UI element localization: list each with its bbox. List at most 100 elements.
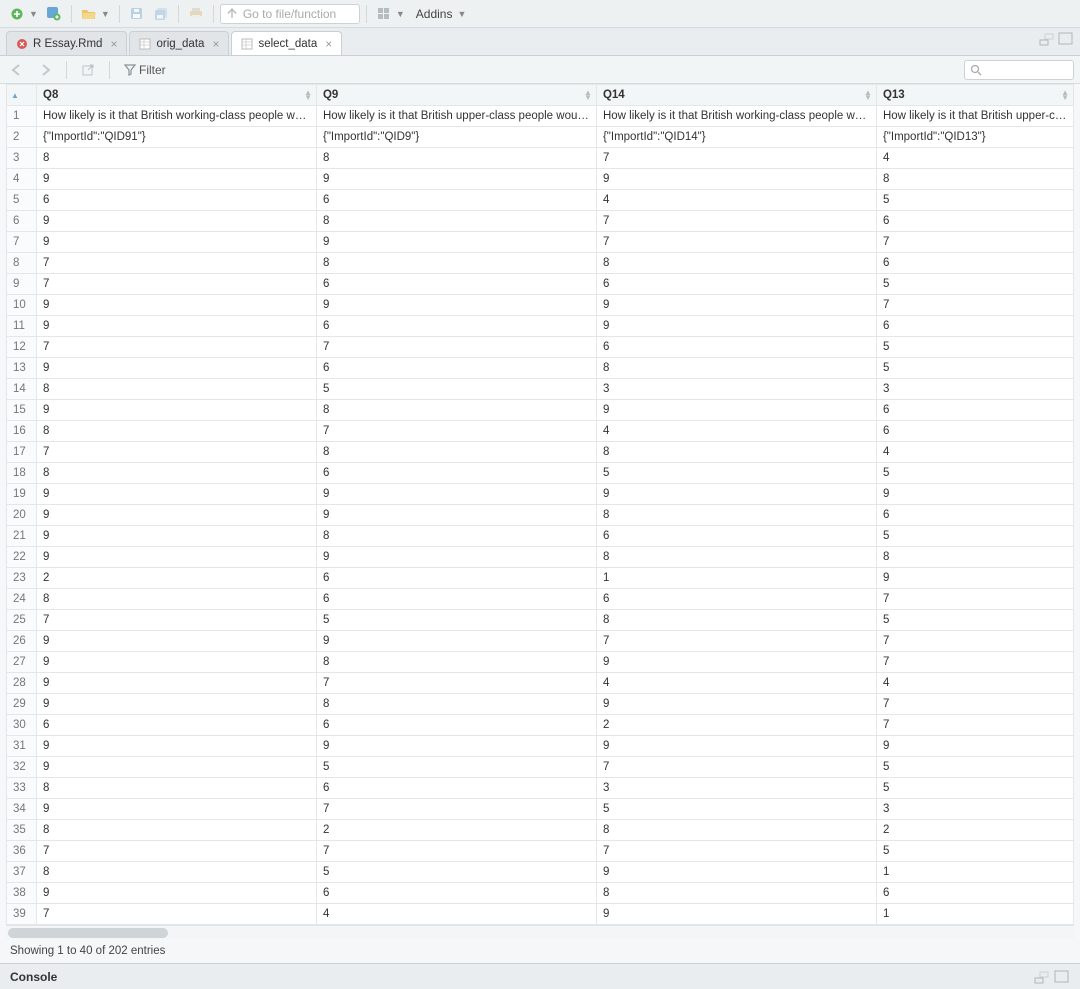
cell[interactable]: 6 bbox=[37, 190, 317, 211]
cell[interactable]: 7 bbox=[876, 232, 1073, 253]
cell[interactable]: 9 bbox=[37, 736, 317, 757]
cell[interactable]: {"ImportId":"QID13"} bbox=[876, 127, 1073, 148]
table-row[interactable]: 2{"ImportId":"QID91"}{"ImportId":"QID9"}… bbox=[7, 127, 1074, 148]
cell[interactable]: {"ImportId":"QID9"} bbox=[316, 127, 596, 148]
cell[interactable]: 8 bbox=[316, 652, 596, 673]
table-row[interactable]: 69876 bbox=[7, 211, 1074, 232]
table-row[interactable]: 168746 bbox=[7, 421, 1074, 442]
cell[interactable]: 7 bbox=[37, 253, 317, 274]
cell[interactable]: 6 bbox=[876, 505, 1073, 526]
cell[interactable]: 8 bbox=[596, 253, 876, 274]
cell[interactable]: 8 bbox=[876, 169, 1073, 190]
cell[interactable]: 7 bbox=[596, 757, 876, 778]
cell[interactable]: 5 bbox=[596, 463, 876, 484]
maximize-pane-icon[interactable] bbox=[1058, 32, 1074, 46]
file-tab[interactable]: select_data× bbox=[231, 31, 342, 55]
cell[interactable]: 9 bbox=[37, 358, 317, 379]
table-row[interactable]: 199999 bbox=[7, 484, 1074, 505]
file-tab[interactable]: orig_data× bbox=[129, 31, 229, 55]
cell[interactable]: 8 bbox=[596, 442, 876, 463]
cell[interactable]: 2 bbox=[596, 715, 876, 736]
table-row[interactable]: 367775 bbox=[7, 841, 1074, 862]
save-icon[interactable] bbox=[126, 3, 148, 25]
cell[interactable]: 5 bbox=[876, 757, 1073, 778]
cell[interactable]: 6 bbox=[316, 715, 596, 736]
cell[interactable]: 5 bbox=[876, 778, 1073, 799]
cell[interactable]: 9 bbox=[316, 736, 596, 757]
cell[interactable]: 7 bbox=[596, 232, 876, 253]
new-file-dropdown-caret[interactable]: ▼ bbox=[29, 9, 38, 19]
goto-file-function-input[interactable]: Go to file/function bbox=[220, 4, 360, 24]
table-row[interactable]: 229988 bbox=[7, 547, 1074, 568]
cell[interactable]: 9 bbox=[37, 652, 317, 673]
cell[interactable]: 9 bbox=[37, 169, 317, 190]
cell[interactable]: 7 bbox=[37, 841, 317, 862]
cell[interactable]: 4 bbox=[596, 421, 876, 442]
cell[interactable]: 8 bbox=[316, 442, 596, 463]
new-file-icon[interactable] bbox=[6, 3, 28, 25]
cell[interactable]: 3 bbox=[876, 379, 1073, 400]
cell[interactable]: 7 bbox=[596, 148, 876, 169]
filter-button[interactable]: Filter bbox=[120, 63, 170, 77]
cell[interactable]: 1 bbox=[876, 904, 1073, 925]
cell[interactable]: 7 bbox=[37, 337, 317, 358]
cell[interactable]: 4 bbox=[596, 190, 876, 211]
cell[interactable]: 8 bbox=[37, 820, 317, 841]
table-row[interactable]: 306627 bbox=[7, 715, 1074, 736]
table-row[interactable]: 389686 bbox=[7, 883, 1074, 904]
horizontal-scrollbar[interactable] bbox=[6, 925, 1074, 939]
cell[interactable]: 8 bbox=[316, 211, 596, 232]
cell[interactable]: 6 bbox=[596, 274, 876, 295]
cell[interactable]: 8 bbox=[37, 421, 317, 442]
cell[interactable]: 9 bbox=[37, 694, 317, 715]
cell[interactable]: 9 bbox=[596, 400, 876, 421]
cell[interactable]: 6 bbox=[876, 316, 1073, 337]
cell[interactable]: 5 bbox=[316, 610, 596, 631]
column-header[interactable]: Q9▲▼ bbox=[316, 85, 596, 106]
cell[interactable]: 6 bbox=[596, 589, 876, 610]
cell[interactable]: 8 bbox=[37, 148, 317, 169]
cell[interactable]: 7 bbox=[316, 673, 596, 694]
cell[interactable]: 8 bbox=[596, 820, 876, 841]
cell[interactable]: 9 bbox=[876, 736, 1073, 757]
cell[interactable]: 9 bbox=[596, 694, 876, 715]
new-project-icon[interactable] bbox=[43, 3, 65, 25]
cell[interactable]: 9 bbox=[316, 631, 596, 652]
cell[interactable]: 9 bbox=[316, 505, 596, 526]
cell[interactable]: 8 bbox=[37, 463, 317, 484]
save-all-icon[interactable] bbox=[150, 3, 172, 25]
cell[interactable]: 8 bbox=[316, 400, 596, 421]
cell[interactable]: 7 bbox=[316, 421, 596, 442]
scrollbar-thumb[interactable] bbox=[8, 928, 168, 938]
cell[interactable]: 6 bbox=[316, 589, 596, 610]
sort-icon[interactable]: ▲▼ bbox=[864, 90, 872, 100]
table-row[interactable]: 329575 bbox=[7, 757, 1074, 778]
cell[interactable]: 9 bbox=[596, 169, 876, 190]
cell[interactable]: 6 bbox=[876, 211, 1073, 232]
cell[interactable]: 7 bbox=[876, 631, 1073, 652]
table-row[interactable]: 38874 bbox=[7, 148, 1074, 169]
table-row[interactable]: 232619 bbox=[7, 568, 1074, 589]
cell[interactable]: 6 bbox=[316, 274, 596, 295]
table-row[interactable]: 299897 bbox=[7, 694, 1074, 715]
cell[interactable]: 8 bbox=[596, 610, 876, 631]
cell[interactable]: 6 bbox=[876, 421, 1073, 442]
cell[interactable]: 7 bbox=[316, 841, 596, 862]
cell[interactable]: 9 bbox=[37, 232, 317, 253]
addins-button[interactable]: Addins ▼ bbox=[410, 3, 476, 25]
cell[interactable]: 9 bbox=[316, 547, 596, 568]
cell[interactable]: 9 bbox=[876, 484, 1073, 505]
cell[interactable]: 2 bbox=[37, 568, 317, 589]
cell[interactable]: 8 bbox=[596, 358, 876, 379]
table-row[interactable]: 79977 bbox=[7, 232, 1074, 253]
cell[interactable]: 1 bbox=[876, 862, 1073, 883]
cell[interactable]: {"ImportId":"QID14"} bbox=[596, 127, 876, 148]
cell[interactable]: 7 bbox=[316, 799, 596, 820]
cell[interactable]: 9 bbox=[316, 484, 596, 505]
cell[interactable]: 7 bbox=[37, 904, 317, 925]
cell[interactable]: 9 bbox=[316, 232, 596, 253]
back-arrow[interactable] bbox=[6, 59, 28, 81]
cell[interactable]: 7 bbox=[596, 211, 876, 232]
cell[interactable]: 9 bbox=[37, 526, 317, 547]
cell[interactable]: 9 bbox=[37, 295, 317, 316]
